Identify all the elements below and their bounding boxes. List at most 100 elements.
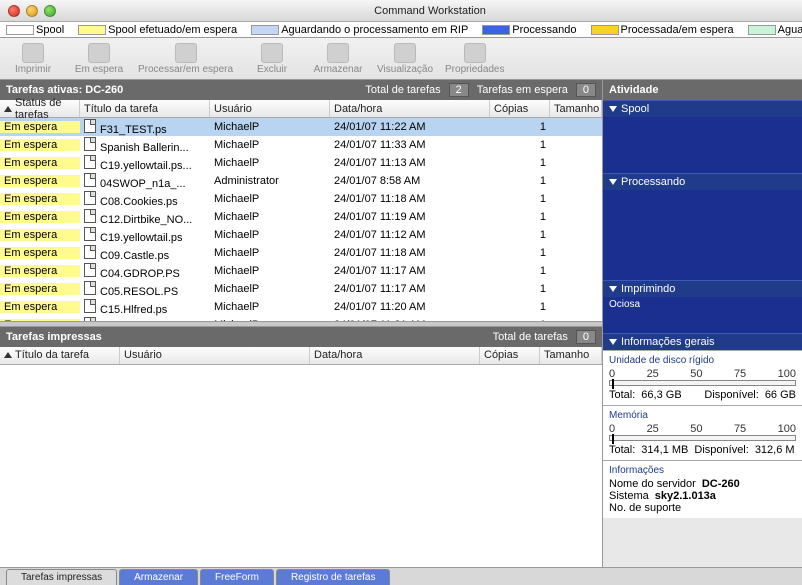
col-date[interactable]: Data/hora bbox=[310, 347, 480, 364]
document-icon bbox=[84, 191, 96, 205]
legend-swatch-icon bbox=[251, 25, 279, 35]
activity-title: Atividade bbox=[609, 84, 659, 96]
cell-user: MichaelP bbox=[210, 157, 330, 169]
memory-info: Memória 0255075100 Total: 314,1 MB Dispo… bbox=[603, 405, 802, 460]
spool-area bbox=[603, 117, 802, 173]
table-row[interactable]: Em esperaC15.Hlfred.psMichaelP24/01/07 1… bbox=[0, 298, 602, 316]
table-row[interactable]: Em esperaC08.Cookies.psMichaelP24/01/07 … bbox=[0, 190, 602, 208]
memory-bar bbox=[609, 435, 796, 441]
cell-date: 24/01/07 8:58 AM bbox=[330, 175, 490, 187]
legend-swatch-icon bbox=[591, 25, 619, 35]
cell-copies: 1 bbox=[490, 211, 550, 223]
document-icon bbox=[84, 299, 96, 313]
cell-user: MichaelP bbox=[210, 265, 330, 277]
toolbar-button[interactable]: Processar/em espera bbox=[138, 43, 233, 75]
col-copies[interactable]: Cópias bbox=[480, 347, 540, 364]
cell-copies: 1 bbox=[490, 283, 550, 295]
toolbar-label: Imprimir bbox=[15, 64, 51, 75]
cell-title: C15.Hlfred.ps bbox=[80, 299, 210, 316]
cell-title: 04SWOP_n1a_... bbox=[80, 173, 210, 190]
cell-user: MichaelP bbox=[210, 139, 330, 151]
minimize-icon[interactable] bbox=[26, 5, 38, 17]
toolbar-button[interactable]: Excluir bbox=[245, 43, 299, 75]
cell-user: MichaelP bbox=[210, 121, 330, 133]
toolbar-icon bbox=[327, 43, 349, 63]
general-info-header[interactable]: Informações gerais bbox=[603, 333, 802, 350]
legend-swatch-icon bbox=[748, 25, 776, 35]
col-status[interactable]: Status de tarefas bbox=[0, 100, 80, 117]
window-title: Command Workstation bbox=[66, 5, 794, 17]
tab[interactable]: Armazenar bbox=[119, 569, 198, 585]
col-user[interactable]: Usuário bbox=[120, 347, 310, 364]
document-icon bbox=[84, 281, 96, 295]
toolbar-icon bbox=[261, 43, 283, 63]
document-icon bbox=[84, 137, 96, 151]
col-size[interactable]: Tamanho bbox=[540, 347, 602, 364]
table-row[interactable]: Em esperaC09.Castle.psMichaelP24/01/07 1… bbox=[0, 244, 602, 262]
document-icon bbox=[84, 173, 96, 187]
sort-asc-icon bbox=[4, 352, 12, 358]
table-row[interactable]: Em espera04SWOP_n1a_...Administrator24/0… bbox=[0, 172, 602, 190]
cell-status: Em espera bbox=[0, 121, 80, 133]
cell-user: MichaelP bbox=[210, 301, 330, 313]
tab[interactable]: Registro de tarefas bbox=[276, 569, 391, 585]
printed-tasks-title: Tarefas impressas bbox=[6, 331, 102, 343]
printed-tasks-header: Tarefas impressas Total de tarefas 0 bbox=[0, 327, 602, 347]
cell-title: C19.yellowtail.ps bbox=[80, 227, 210, 244]
cell-status: Em espera bbox=[0, 211, 80, 223]
sort-asc-icon bbox=[4, 106, 12, 112]
idle-label: Ociosa bbox=[603, 297, 802, 312]
cell-title: Spanish Ballerin... bbox=[80, 137, 210, 154]
table-row[interactable]: Em esperaF31_TEST.psMichaelP24/01/07 11:… bbox=[0, 118, 602, 136]
tab[interactable]: FreeForm bbox=[200, 569, 274, 585]
col-date[interactable]: Data/hora bbox=[330, 100, 490, 117]
cell-status: Em espera bbox=[0, 139, 80, 151]
cell-title: F31_TEST.ps bbox=[80, 119, 210, 136]
col-copies[interactable]: Cópias bbox=[490, 100, 550, 117]
zoom-icon[interactable] bbox=[44, 5, 56, 17]
toolbar-button[interactable]: Imprimir bbox=[6, 43, 60, 75]
status-legend: SpoolSpool efetuado/em esperaAguardando … bbox=[0, 22, 802, 38]
cell-user: MichaelP bbox=[210, 193, 330, 205]
table-row[interactable]: Em esperaC04.GDROP.PSMichaelP24/01/07 11… bbox=[0, 262, 602, 280]
toolbar-button[interactable]: Em espera bbox=[72, 43, 126, 75]
cell-user: MichaelP bbox=[210, 211, 330, 223]
printed-total-count: 0 bbox=[576, 330, 596, 344]
printed-tasks-columns: Título da tarefa Usuário Data/hora Cópia… bbox=[0, 347, 602, 365]
table-row[interactable]: Em esperaC19.yellowtail.ps...MichaelP24/… bbox=[0, 154, 602, 172]
cell-status: Em espera bbox=[0, 193, 80, 205]
table-row[interactable]: Em esperaC12.Dirtbike_NO...MichaelP24/01… bbox=[0, 208, 602, 226]
col-title[interactable]: Título da tarefa bbox=[0, 347, 120, 364]
cell-date: 24/01/07 11:20 AM bbox=[330, 301, 490, 313]
document-icon bbox=[84, 263, 96, 277]
col-title[interactable]: Título da tarefa bbox=[80, 100, 210, 117]
toolbar-button[interactable]: Visualização bbox=[377, 43, 433, 75]
toolbar-label: Propriedades bbox=[445, 64, 504, 75]
cell-status: Em espera bbox=[0, 157, 80, 169]
toolbar-label: Excluir bbox=[257, 64, 287, 75]
legend-item: Aguardando a impressão bbox=[748, 24, 802, 36]
left-column: Tarefas ativas: DC-260 Total de tarefas … bbox=[0, 80, 602, 567]
cell-date: 24/01/07 11:17 AM bbox=[330, 283, 490, 295]
close-icon[interactable] bbox=[8, 5, 20, 17]
activity-processing[interactable]: Processando bbox=[603, 173, 802, 190]
toolbar-button[interactable]: Propriedades bbox=[445, 43, 504, 75]
toolbar-button[interactable]: Armazenar bbox=[311, 43, 365, 75]
cell-copies: 1 bbox=[490, 193, 550, 205]
table-row[interactable]: Em esperaC05.RESOL.PSMichaelP24/01/07 11… bbox=[0, 280, 602, 298]
table-row[interactable]: Em esperaC19.yellowtail.psMichaelP24/01/… bbox=[0, 226, 602, 244]
disclosure-icon bbox=[609, 106, 617, 112]
document-icon bbox=[84, 227, 96, 241]
legend-label: Aguardando a impressão bbox=[778, 24, 802, 36]
col-size[interactable]: Tamanho bbox=[550, 100, 602, 117]
toolbar-label: Armazenar bbox=[314, 64, 363, 75]
cell-status: Em espera bbox=[0, 301, 80, 313]
legend-label: Processando bbox=[512, 24, 576, 36]
table-row[interactable]: Em esperaSpanish Ballerin...MichaelP24/0… bbox=[0, 136, 602, 154]
activity-spool[interactable]: Spool bbox=[603, 100, 802, 117]
tab[interactable]: Tarefas impressas bbox=[6, 569, 117, 585]
activity-printing[interactable]: Imprimindo bbox=[603, 280, 802, 297]
col-user[interactable]: Usuário bbox=[210, 100, 330, 117]
cell-title: C04.GDROP.PS bbox=[80, 263, 210, 280]
cell-title: C19.yellowtail.ps... bbox=[80, 155, 210, 172]
